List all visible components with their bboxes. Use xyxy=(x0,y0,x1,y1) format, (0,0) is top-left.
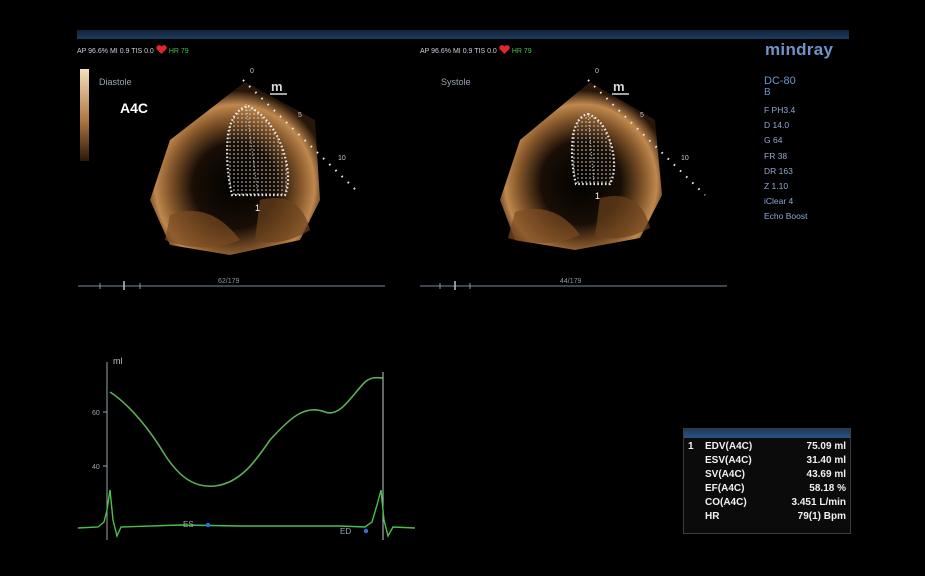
result-label: HR xyxy=(705,511,720,522)
right-marker-label: 1 xyxy=(595,191,600,201)
table-row: HR 79(1) Bpm xyxy=(684,510,850,524)
result-value: 43.69 ml xyxy=(806,469,846,480)
measurement-results-panel: 1 EDV(A4C) 75.09 ml ESV(A4C) 31.40 ml SV… xyxy=(683,428,851,534)
right-echo-image: 1 0 5 10 m xyxy=(420,68,727,290)
cine-scrollbar-right[interactable] xyxy=(420,281,727,290)
ed-label: ED xyxy=(340,527,351,536)
ultrasound-screen: AP 96.6% MI 0.9 TIS 0.0 HR 79 AP 96.6% MI… xyxy=(0,0,925,576)
orientation-marker-icon: m xyxy=(270,79,287,95)
result-label: EDV(A4C) xyxy=(705,441,753,452)
table-row: SV(A4C) 43.69 ml xyxy=(684,468,850,482)
results-header-bar xyxy=(684,429,850,438)
es-label: ES xyxy=(183,520,194,529)
results-table: 1 EDV(A4C) 75.09 ml ESV(A4C) 31.40 ml SV… xyxy=(684,440,850,524)
table-row: ESV(A4C) 31.40 ml xyxy=(684,454,850,468)
depth-mark-10: 10 xyxy=(681,155,689,162)
orientation-marker-icon: m xyxy=(612,79,629,95)
result-index: 1 xyxy=(688,441,694,452)
left-echo-image: 1 0 5 10 m xyxy=(78,68,385,290)
graph-unit-label: ml xyxy=(113,356,123,366)
depth-mark-0: 0 xyxy=(595,68,599,75)
ed-marker xyxy=(363,528,369,534)
table-row: EF(A4C) 58.18 % xyxy=(684,482,850,496)
result-label: CO(A4C) xyxy=(705,497,747,508)
result-value: 31.40 ml xyxy=(806,455,846,466)
left-marker-label: 1 xyxy=(255,203,260,213)
ecg-trace xyxy=(77,489,416,539)
depth-mark-5: 5 xyxy=(640,112,644,119)
result-label: EF(A4C) xyxy=(705,483,745,494)
graph-tick-40: 40 xyxy=(92,464,100,471)
result-value: 79(1) Bpm xyxy=(797,511,846,522)
es-marker xyxy=(205,522,211,528)
depth-mark-0: 0 xyxy=(250,68,254,75)
lv-volume-graph: ml 60 40 ES ED xyxy=(77,356,416,540)
table-row: CO(A4C) 3.451 L/min xyxy=(684,496,850,510)
depth-mark-5: 5 xyxy=(298,112,302,119)
svg-text:m: m xyxy=(613,79,625,94)
result-label: ESV(A4C) xyxy=(705,455,752,466)
svg-text:m: m xyxy=(271,79,283,94)
graph-tick-60: 60 xyxy=(92,410,100,417)
result-value: 3.451 L/min xyxy=(791,497,846,508)
result-value: 58.18 % xyxy=(809,483,846,494)
cine-scrollbar-left[interactable] xyxy=(78,281,385,290)
result-value: 75.09 ml xyxy=(806,441,846,452)
depth-mark-10: 10 xyxy=(338,155,346,162)
table-row: 1 EDV(A4C) 75.09 ml xyxy=(684,440,850,454)
lv-volume-curve xyxy=(109,376,384,488)
result-label: SV(A4C) xyxy=(705,469,746,480)
